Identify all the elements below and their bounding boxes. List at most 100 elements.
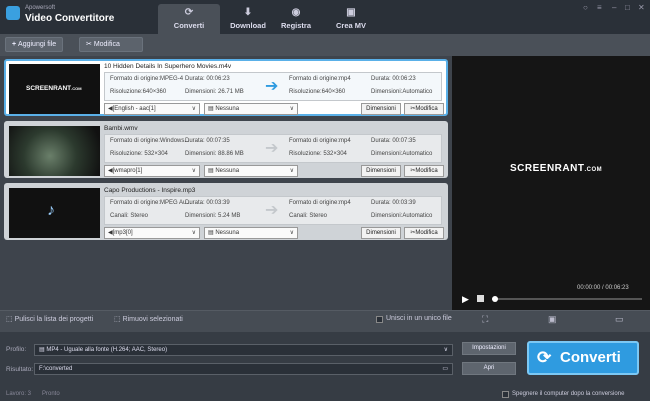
shutdown-label: Spegnere il computer dopo la conversione (512, 391, 625, 397)
download-icon: ⬇ (243, 7, 253, 18)
target-format: Formato di origine:mp4 (289, 138, 351, 144)
subtitle-value: Nessuna (215, 168, 240, 174)
thumbnail-scene (9, 126, 100, 176)
merge-checkbox[interactable] (376, 316, 383, 323)
arrow-right-icon: ➔ (265, 140, 279, 157)
clear-icon: ⬚ (6, 316, 15, 323)
audio-track-value: [English - aac[1] (112, 106, 156, 112)
profile-select[interactable]: ▤ MP4 - Uguale alla fonte (H.264; AAC, S… (34, 344, 453, 356)
subtitle-select[interactable]: ▤ Nessuna ∨ (204, 103, 298, 115)
settings-button[interactable]: Impostazioni (462, 342, 516, 355)
edit-item-label: Modifica (415, 230, 438, 236)
target-format: Formato di origine:mp4 (289, 76, 351, 82)
add-file-button[interactable]: + Aggiungi file (5, 37, 64, 52)
arrow-right-icon: ➔ (265, 202, 279, 219)
maximize-icon[interactable]: □ (625, 3, 630, 12)
tab-converti[interactable]: ⟳ Converti (158, 4, 220, 34)
info-box: Formato di origine:MPEG Au... Durata: 00… (104, 196, 442, 225)
crop-icon[interactable]: ⛶ (482, 314, 488, 325)
file-name: Bambi.wmv (104, 125, 138, 132)
close-icon[interactable]: ✕ (638, 3, 645, 12)
folder-icon[interactable]: ▭ (615, 314, 624, 325)
source-resolution: Risoluzione: 532×304 (110, 151, 168, 157)
tab-label: Converti (173, 21, 205, 30)
seek-handle[interactable] (492, 296, 498, 302)
edit-label: Modifica (93, 41, 120, 48)
target-size: Dimensioni:Automatico (371, 213, 433, 219)
minimize-icon[interactable]: – (612, 3, 616, 12)
list-item[interactable]: ♪ Capo Productions - Inspire.mp3 Formato… (4, 183, 448, 240)
clear-list-button[interactable]: ⬚ Pulisci la lista dei progetti (6, 315, 93, 323)
audio-track-value: [mp3[0] (112, 230, 133, 236)
target-resolution: Risoluzione:640×360 (289, 89, 346, 95)
preview-logo-text: SCREENRANT (510, 163, 585, 174)
brand-name: Apowersoft (25, 5, 56, 11)
add-file-label: Aggiungi file (18, 41, 57, 48)
preview-logo-suffix: .COM (584, 167, 603, 173)
source-format: Formato di origine:Windows... (110, 138, 190, 144)
tab-crea-mv[interactable]: ▣ Crea MV (320, 4, 382, 34)
edit-button[interactable]: ✂ Modifica (79, 37, 143, 52)
target-duration: Durata: 00:06:23 (371, 76, 416, 82)
edit-item-button[interactable]: ✂Modifica (404, 103, 444, 115)
user-icon[interactable]: ○ (583, 3, 588, 12)
target-duration: Durata: 00:03:39 (371, 200, 416, 206)
list-item[interactable]: SCREENRANT.COM 10 Hidden Details In Supe… (4, 59, 448, 116)
subtitle-select[interactable]: ▤ Nessuna ∨ (204, 165, 298, 177)
source-format: Formato di origine:MPEG-4 (110, 76, 184, 82)
convert-button[interactable]: ⟳ Converti (527, 341, 639, 375)
folder-browse-icon[interactable]: ▭ (442, 364, 448, 374)
subtitle-value: Nessuna (215, 230, 240, 236)
edit-item-button[interactable]: ✂Modifica (404, 165, 444, 177)
source-resolution: Risoluzione:640×360 (110, 89, 167, 95)
source-format: Formato di origine:MPEG Au... (110, 200, 192, 206)
target-format: Formato di origine:mp4 (289, 200, 351, 206)
subtitle-select[interactable]: ▤ Nessuna ∨ (204, 227, 298, 239)
list-item[interactable]: Bambi.wmv Formato di origine:Windows... … (4, 121, 448, 178)
target-size: Dimensioni:Automatico (371, 89, 433, 95)
source-duration: Durata: 00:03:39 (185, 200, 230, 206)
play-icon[interactable]: ▶ (462, 294, 469, 305)
menu-icon[interactable]: ≡ (597, 3, 602, 12)
size-button[interactable]: Dimensioni (361, 165, 401, 177)
tab-registra[interactable]: ◉ Registra (265, 4, 327, 34)
size-button[interactable]: Dimensioni (361, 103, 401, 115)
audio-track-select[interactable]: ◀[English - aac[1] ∨ (104, 103, 200, 115)
chevron-down-icon: ∨ (289, 106, 294, 112)
video-thumbnail (9, 126, 100, 176)
profile-value: MP4 - Uguale alla fonte (H.264; AAC, Ste… (46, 347, 168, 353)
music-note-icon: ♪ (47, 202, 55, 219)
chevron-down-icon: ∨ (191, 106, 196, 112)
output-path-value: F:\converted (39, 366, 73, 372)
file-name: 10 Hidden Details In Superhero Movies.m4… (104, 63, 232, 70)
audio-track-select[interactable]: ◀[wmapro[1] ∨ (104, 165, 200, 177)
audio-track-value: [wmapro[1] (112, 168, 143, 174)
result-label: Risultato: (6, 366, 34, 373)
size-button[interactable]: Dimensioni (361, 227, 401, 239)
target-duration: Durata: 00:07:35 (371, 138, 416, 144)
source-size: Dimensioni: 26.71 MB (185, 89, 244, 95)
scissors-icon: ✂ (86, 41, 94, 48)
edit-item-label: Modifica (415, 106, 438, 112)
shutdown-checkbox[interactable] (502, 391, 509, 398)
remove-selected-button[interactable]: ⬚ Rimuovi selezionati (114, 315, 183, 323)
subtitle-value: Nessuna (215, 106, 240, 112)
camera-icon[interactable]: ▣ (548, 314, 557, 325)
edit-item-button[interactable]: ✂Modifica (404, 227, 444, 239)
output-path-input[interactable]: F:\converted ▭ (34, 363, 453, 375)
open-button[interactable]: Apri (462, 362, 516, 375)
source-size: Dimensioni: 88.86 MB (185, 151, 244, 157)
seek-bar[interactable] (492, 298, 642, 300)
source-duration: Durata: 00:06:23 (185, 76, 230, 82)
audio-track-select[interactable]: ◀[mp3[0] ∨ (104, 227, 200, 239)
tv-icon: ▣ (346, 7, 356, 18)
target-size: Dimensioni:Automatico (371, 151, 433, 157)
time-readout: 00:00:00 / 00:06:23 (577, 285, 629, 291)
convert-label: Converti (560, 349, 621, 366)
video-preview[interactable] (452, 56, 650, 310)
stop-icon[interactable] (477, 295, 484, 302)
chevron-down-icon: ∨ (191, 168, 196, 174)
profile-label: Profilo: (6, 346, 27, 353)
chevron-down-icon: ∨ (191, 230, 196, 236)
audio-thumbnail: ♪ (9, 188, 100, 238)
